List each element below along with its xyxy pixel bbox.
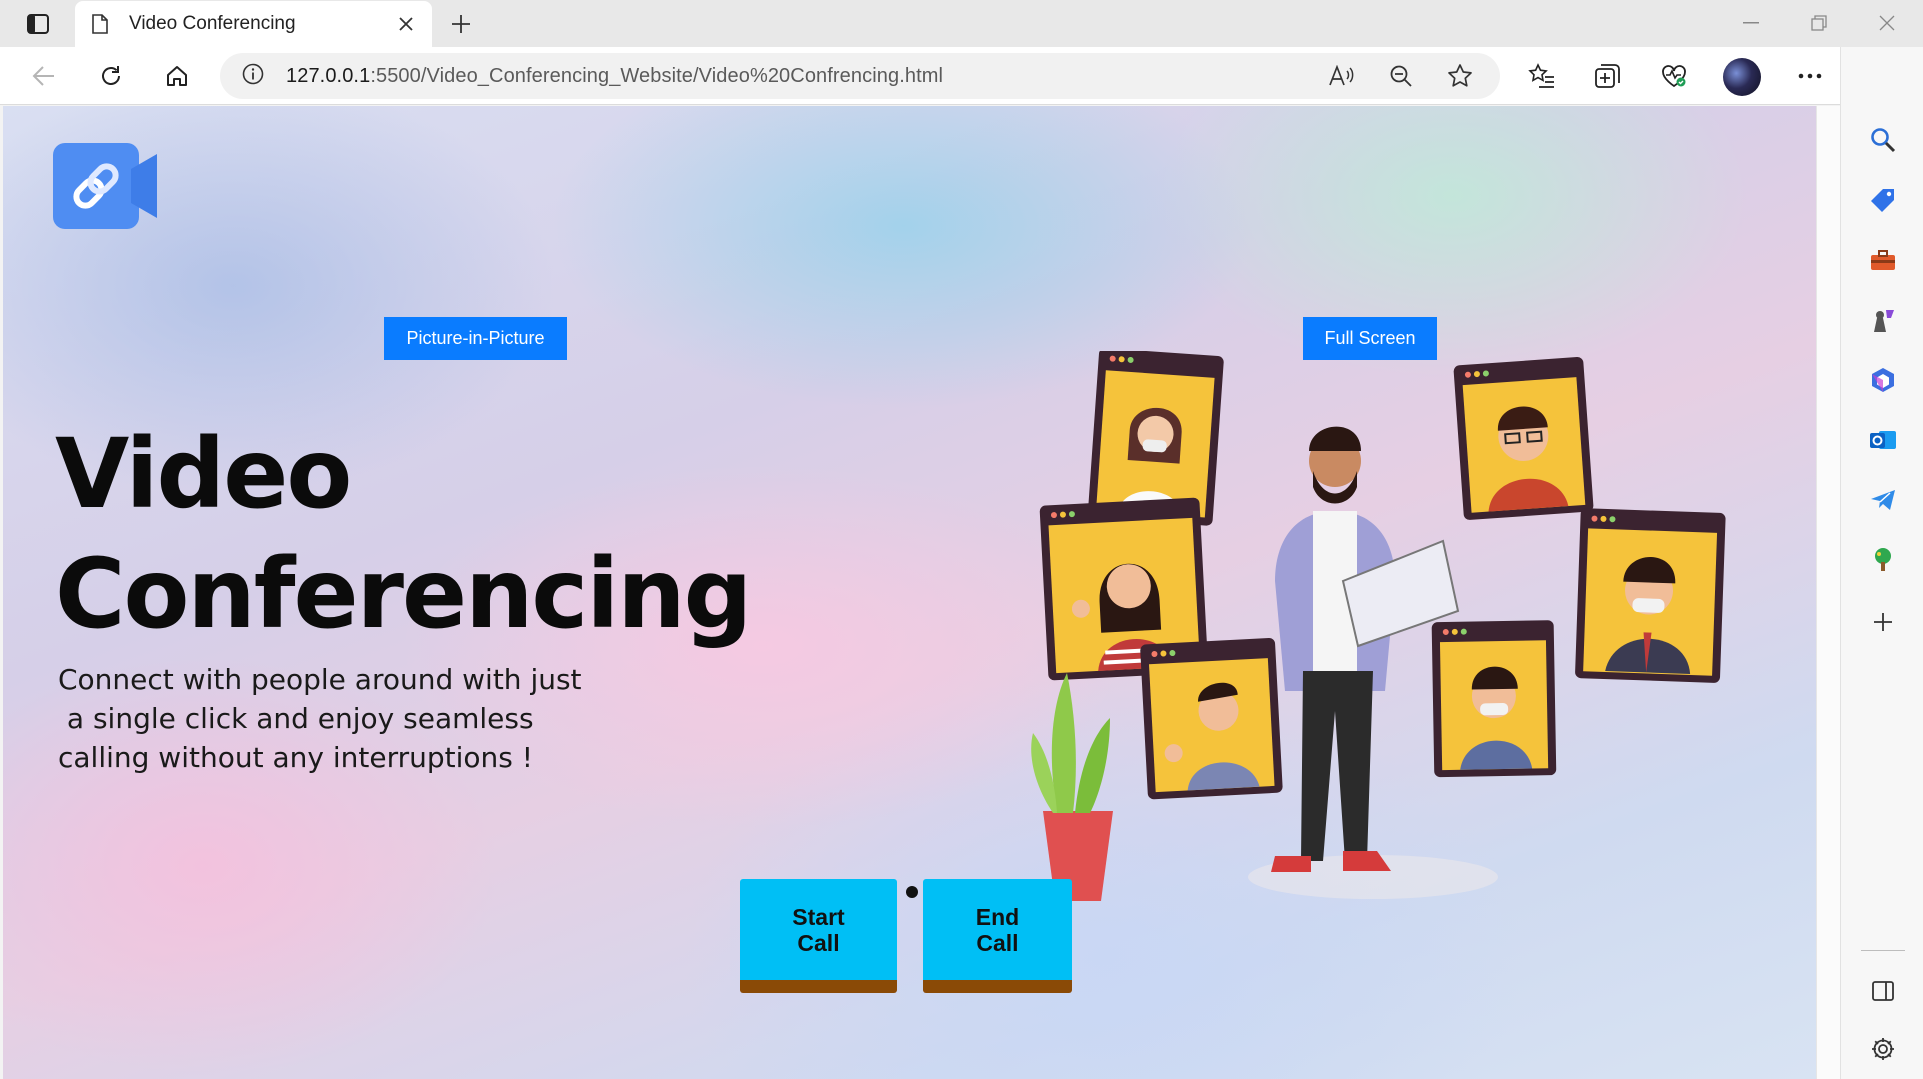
page-document-icon: [89, 13, 111, 35]
url-host: 127.0.0.1: [286, 64, 371, 87]
refresh-icon[interactable]: [93, 58, 129, 94]
more-icon[interactable]: [1792, 58, 1828, 94]
url-path: :5500/Video_Conferencing_Website/Video%2…: [370, 64, 944, 87]
profile-avatar[interactable]: [1723, 58, 1761, 96]
page-title: Video Conferencing: [55, 414, 755, 654]
minimize-icon[interactable]: [1731, 8, 1771, 38]
favorite-star-icon[interactable]: [1442, 58, 1478, 94]
end-call-button[interactable]: End Call: [923, 879, 1072, 993]
page-scrollbar[interactable]: [1816, 106, 1840, 1079]
edge-sidebar: [1840, 47, 1923, 1079]
sidebar-divider: [1861, 950, 1905, 951]
browser-toolbar: 127.0.0.1:5500/Video_Conferencing_Websit…: [0, 47, 1923, 105]
tab-title: Video Conferencing: [129, 13, 296, 34]
games-icon[interactable]: [1863, 300, 1903, 340]
info-icon[interactable]: [242, 63, 264, 90]
search-icon[interactable]: [1863, 120, 1903, 160]
tab-actions-icon[interactable]: [18, 10, 58, 38]
add-icon[interactable]: [1863, 602, 1903, 642]
shopping-tag-icon[interactable]: [1863, 180, 1903, 220]
tagline-line-2: a single click and enjoy seamless: [58, 702, 534, 735]
browser-tab[interactable]: Video Conferencing: [75, 1, 432, 47]
read-aloud-icon[interactable]: [1323, 58, 1359, 94]
outlook-icon[interactable]: [1863, 420, 1903, 460]
tagline-line-1: Connect with people around with just: [58, 663, 582, 696]
video-call-illustration: [1031, 351, 1726, 901]
start-call-button[interactable]: Start Call: [740, 879, 897, 993]
picture-in-picture-button[interactable]: Picture-in-Picture: [384, 317, 567, 360]
home-icon[interactable]: [159, 58, 195, 94]
browser-window: Video Conferencing 127.0.0.1:5500/Video_…: [0, 0, 1923, 1079]
tagline-line-3: calling without any interruptions !: [58, 741, 533, 774]
close-tab-icon[interactable]: [394, 12, 418, 36]
settings-icon[interactable]: [1863, 1029, 1903, 1069]
page-viewport: Picture-in-Picture Full Screen Video Con…: [3, 106, 1816, 1079]
tab-strip: Video Conferencing: [0, 0, 1923, 47]
telegram-icon[interactable]: [1863, 480, 1903, 520]
tools-icon[interactable]: [1863, 240, 1903, 280]
zoom-out-icon[interactable]: [1383, 58, 1419, 94]
address-bar[interactable]: 127.0.0.1:5500/Video_Conferencing_Websit…: [220, 53, 1500, 99]
collections-icon[interactable]: [1590, 58, 1626, 94]
new-tab-icon[interactable]: [446, 9, 476, 39]
headline-line-1: Video: [55, 418, 352, 530]
favorites-list-icon[interactable]: [1524, 58, 1560, 94]
tagline: Connect with people around with just a s…: [58, 660, 618, 777]
microsoft-365-icon[interactable]: [1863, 360, 1903, 400]
close-window-icon[interactable]: [1867, 8, 1907, 38]
browser-essentials-icon[interactable]: [1656, 58, 1692, 94]
call-status-dot: [906, 886, 918, 898]
tree-icon[interactable]: [1863, 540, 1903, 580]
back-icon[interactable]: [26, 58, 62, 94]
restore-icon[interactable]: [1799, 8, 1839, 38]
headline-line-2: Conferencing: [55, 538, 752, 650]
video-link-logo: [53, 143, 157, 229]
url-text[interactable]: 127.0.0.1:5500/Video_Conferencing_Websit…: [286, 65, 943, 88]
split-screen-icon[interactable]: [1863, 971, 1903, 1011]
